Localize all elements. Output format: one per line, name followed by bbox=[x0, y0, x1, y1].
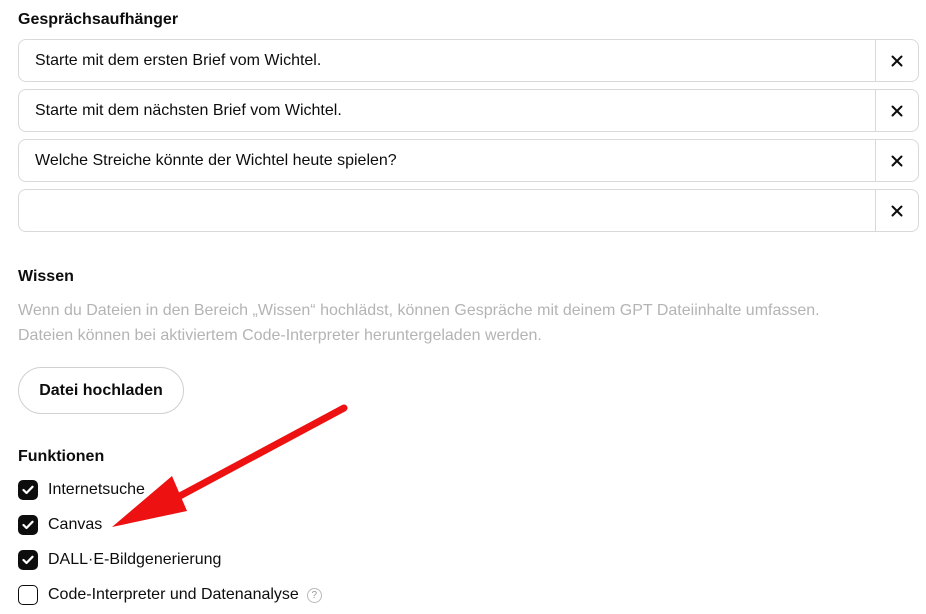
remove-starter-button-3[interactable] bbox=[875, 140, 918, 181]
starter-input-1[interactable] bbox=[19, 40, 875, 81]
close-icon bbox=[891, 205, 903, 216]
code-interpreter-checkbox[interactable] bbox=[18, 585, 38, 605]
starter-row bbox=[18, 189, 919, 232]
close-icon bbox=[891, 55, 903, 66]
web-search-checkbox[interactable] bbox=[18, 480, 38, 500]
starter-input-2[interactable] bbox=[19, 90, 875, 131]
upload-file-button[interactable]: Datei hochladen bbox=[18, 367, 184, 414]
checkmark-icon bbox=[22, 555, 34, 565]
canvas-label: Canvas bbox=[48, 516, 103, 533]
dalle-label: DALL·E-Bildgenerierung bbox=[48, 551, 222, 568]
checkmark-icon bbox=[22, 485, 34, 495]
question-icon[interactable]: ? bbox=[306, 587, 322, 603]
starters-title: Gesprächsaufhänger bbox=[18, 11, 179, 28]
remove-starter-button-1[interactable] bbox=[875, 40, 918, 81]
close-icon bbox=[891, 155, 903, 166]
checkmark-icon bbox=[22, 520, 34, 530]
starter-row bbox=[18, 39, 919, 82]
annotation-arrow-shaft bbox=[146, 404, 348, 516]
capability-code-interpreter: Code-Interpreter und Datenanalyse ? bbox=[18, 584, 322, 606]
knowledge-description-line-1: Wenn du Dateien in den Bereich „Wissen“ … bbox=[18, 302, 820, 319]
web-search-label: Internetsuche bbox=[48, 481, 145, 498]
remove-starter-button-2[interactable] bbox=[875, 90, 918, 131]
starter-input-4[interactable] bbox=[19, 190, 875, 231]
canvas-checkbox[interactable] bbox=[18, 515, 38, 535]
code-interpreter-label: Code-Interpreter und Datenanalyse bbox=[48, 586, 299, 603]
capability-canvas: Canvas bbox=[18, 514, 102, 536]
capabilities-title: Funktionen bbox=[18, 448, 105, 465]
starter-input-3[interactable] bbox=[19, 140, 875, 181]
starter-row bbox=[18, 89, 919, 132]
capability-web-search: Internetsuche bbox=[18, 479, 145, 501]
close-icon bbox=[891, 105, 903, 116]
remove-starter-button-4[interactable] bbox=[875, 190, 918, 231]
capability-dalle: DALL·E-Bildgenerierung bbox=[18, 549, 221, 571]
knowledge-title: Wissen bbox=[18, 268, 74, 285]
starter-row bbox=[18, 139, 919, 182]
knowledge-description-line-2: Dateien können bei aktiviertem Code-Inte… bbox=[18, 327, 542, 344]
dalle-checkbox[interactable] bbox=[18, 550, 38, 570]
